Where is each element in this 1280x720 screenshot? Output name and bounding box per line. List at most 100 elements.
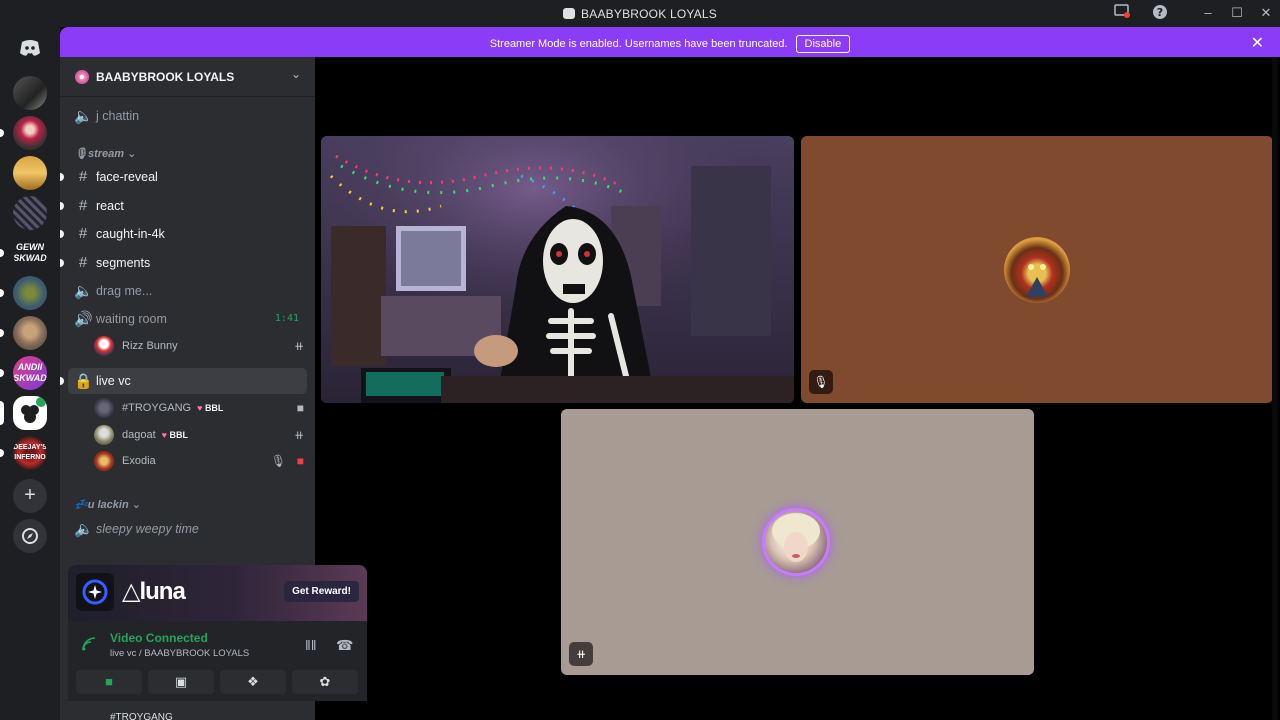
speaker-icon: 🔈: [74, 108, 93, 125]
server-icon-baabybrook[interactable]: [13, 396, 47, 430]
hangup-icon[interactable]: ☎: [336, 637, 353, 654]
camera-button[interactable]: ■: [76, 670, 142, 694]
help-icon[interactable]: ?: [1150, 4, 1170, 22]
server-icon: [563, 8, 576, 19]
speaker-icon: 🔊: [74, 311, 93, 328]
activity-button[interactable]: ❖: [220, 670, 286, 694]
voice-connection-panel: Video Connected live vc / BAABYBROOK LOY…: [68, 621, 367, 701]
channel-sleepy-weepy-time[interactable]: 🔈 sleepy weepy time: [68, 516, 307, 542]
channel-waiting-room[interactable]: 🔊 waiting room 1:41: [68, 306, 307, 332]
server-icon-inferno[interactable]: DEEJAY'S INFERNO: [13, 436, 47, 470]
user-panel-peek: #TROYGANG: [110, 712, 173, 720]
channel-face-reveal[interactable]: # face-reveal: [60, 164, 307, 190]
discord-home-icon[interactable]: [13, 31, 47, 65]
soundboard-button[interactable]: ✿: [292, 670, 358, 694]
promo-brand: △luna: [122, 578, 186, 605]
luna-logo: [76, 573, 114, 611]
video-tile-exodia[interactable]: 🎙: [801, 136, 1273, 403]
server-icon-andii[interactable]: ANDII SKWAD: [13, 356, 47, 390]
unread-pill: [60, 259, 64, 267]
server-icon-gewn[interactable]: GEWN SKWAD: [13, 236, 47, 270]
hash-icon: #: [78, 225, 88, 242]
speaker-icon: 🔈: [74, 521, 93, 538]
window-title: BAABYBROOK LOYALS: [0, 7, 1280, 21]
avatar: [94, 336, 114, 356]
unread-pill: [0, 289, 4, 297]
mic-icon: 🎙: [809, 370, 833, 394]
category-u-lackin[interactable]: 💤u lackin ⌄: [74, 498, 141, 511]
avatar: [94, 398, 114, 418]
voice-timer: 1:41: [274, 313, 299, 324]
exodia-avatar: [1004, 237, 1070, 303]
voice-channel-link[interactable]: live vc / BAABYBROOK LOYALS: [110, 648, 249, 659]
channel-segments[interactable]: # segments: [60, 250, 307, 276]
unread-pill: [0, 449, 4, 457]
server-icon-3[interactable]: [13, 156, 47, 190]
voice-status: Video Connected: [110, 631, 208, 645]
unread-pill: [60, 202, 64, 210]
camera-icon: ■: [296, 401, 304, 415]
voice-user-exodia[interactable]: Exodia 🎙 ■: [94, 449, 304, 473]
server-icon-6[interactable]: [13, 316, 47, 350]
speaker-icon: 🔈: [74, 283, 93, 300]
channel-react[interactable]: # react: [60, 193, 307, 219]
unread-pill: [60, 230, 64, 238]
server-rail: GEWN SKWAD ANDII SKWAD DEEJAY'S INFERNO +: [0, 27, 60, 720]
voice-user-dagoat[interactable]: dagoat ♥ BBL ⧺: [94, 423, 304, 447]
signal-icon: [82, 637, 96, 654]
unread-pill: [0, 369, 4, 377]
server-tag: ♥ BBL: [197, 403, 224, 413]
unread-pill: [0, 329, 4, 337]
hash-icon: #: [78, 197, 88, 214]
server-icon-4[interactable]: [13, 196, 47, 230]
server-tag: ♥ BBL: [161, 430, 189, 440]
server-header[interactable]: BAABYBROOK LOYALS ⌄: [60, 57, 315, 97]
close-window-button[interactable]: ✕: [1256, 4, 1276, 22]
minimize-button[interactable]: –: [1198, 4, 1218, 22]
channel-drag-me[interactable]: 🔈 drag me...: [68, 278, 307, 304]
svg-text:?: ?: [1157, 6, 1163, 19]
inbox-icon[interactable]: [1112, 4, 1132, 22]
close-icon[interactable]: ✕: [1251, 33, 1264, 53]
channel-j-chattin[interactable]: 🔈 j chattin: [68, 103, 307, 129]
video-feed: [321, 136, 794, 403]
screen-share-button[interactable]: ▣: [148, 670, 214, 694]
voice-user-rizz-bunny[interactable]: Rizz Bunny ⧺: [94, 334, 304, 358]
avatar: [94, 451, 114, 471]
noise-suppression-icon[interactable]: ‖‖: [305, 637, 317, 653]
title-bar: BAABYBROOK LOYALS ? – ☐ ✕: [0, 0, 1280, 27]
dagoat-avatar: [762, 508, 830, 576]
streaming-icon: 🎙: [270, 454, 286, 468]
server-icon-1[interactable]: [13, 76, 47, 110]
maximize-button[interactable]: ☐: [1227, 4, 1247, 22]
video-tile-troygang[interactable]: [321, 136, 794, 403]
banner-message: Streamer Mode is enabled. Usernames have…: [60, 35, 1280, 53]
get-reward-button[interactable]: Get Reward!: [284, 581, 359, 602]
video-tile-dagoat[interactable]: ⧺: [561, 409, 1034, 675]
lock-icon: 🔒: [74, 373, 93, 390]
avatar: [94, 425, 114, 445]
channel-live-vc[interactable]: 🔒 live vc: [60, 368, 307, 394]
unread-pill: [0, 129, 4, 137]
unread-pill: [0, 249, 4, 257]
unread-pill: [60, 377, 64, 385]
category-stream[interactable]: 🎙stream ⌄: [74, 147, 136, 160]
disable-button[interactable]: Disable: [795, 35, 851, 53]
scrollbar[interactable]: [1272, 57, 1278, 720]
username: dagoat ♥ BBL: [122, 429, 189, 441]
channel-caught-in-4k[interactable]: # caught-in-4k: [60, 221, 307, 247]
promo-banner: △luna Get Reward!: [68, 565, 367, 621]
hash-icon: #: [78, 168, 88, 185]
mic-off-icon: ⧺: [569, 642, 593, 666]
chevron-down-icon[interactable]: ⌄: [291, 67, 301, 81]
mic-off-icon: ⧺: [293, 428, 304, 442]
username: #TROYGANG ♥ BBL: [122, 402, 224, 414]
selected-pill: [0, 401, 4, 425]
unread-pill: [60, 173, 64, 181]
explore-icon[interactable]: [13, 519, 47, 553]
server-icon-2[interactable]: [13, 116, 47, 150]
deafened-icon: ■: [296, 454, 304, 468]
server-icon-5[interactable]: [13, 276, 47, 310]
add-server-icon[interactable]: +: [13, 479, 47, 513]
voice-user-troygang[interactable]: #TROYGANG ♥ BBL ■: [94, 396, 304, 420]
